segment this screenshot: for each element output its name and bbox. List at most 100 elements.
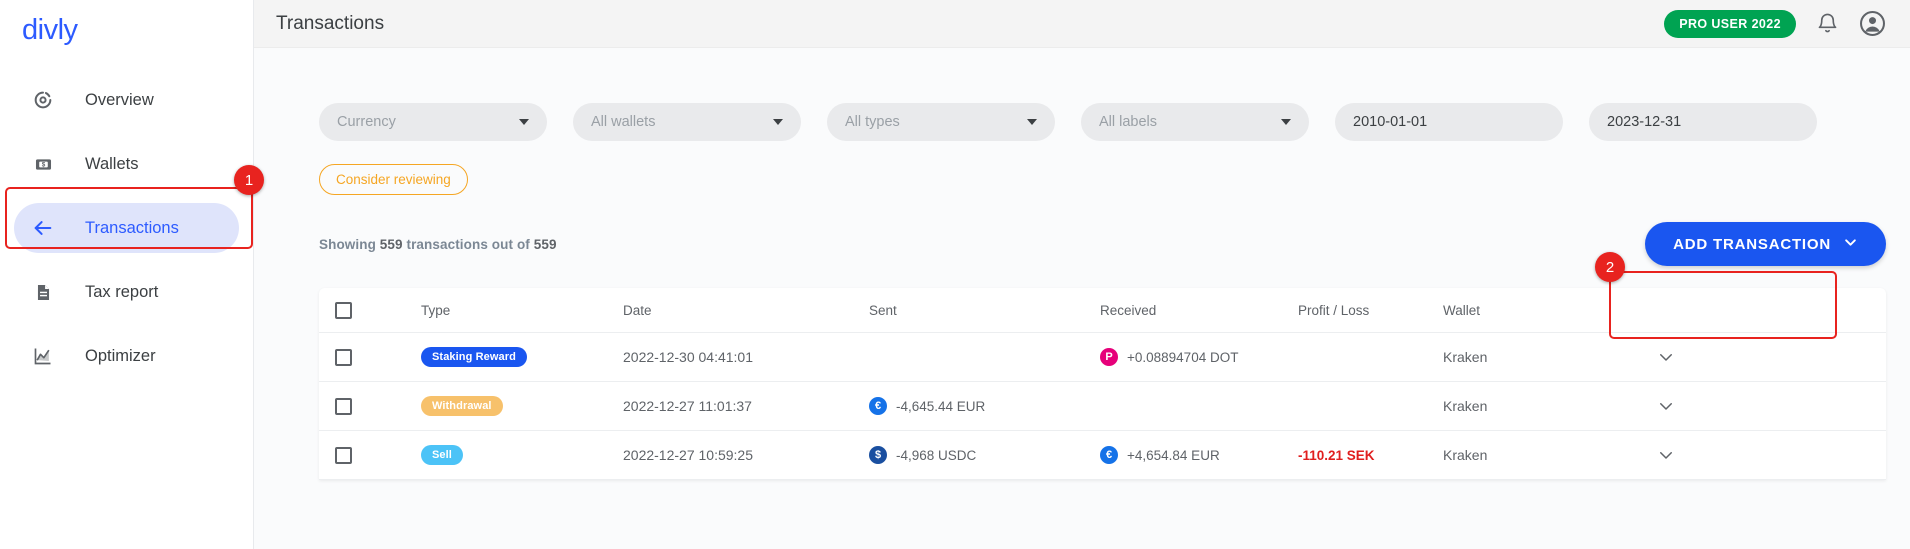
bell-icon[interactable] xyxy=(1816,12,1839,35)
chevron-down-icon xyxy=(1027,119,1037,125)
arrow-left-icon xyxy=(30,215,56,241)
row-checkbox[interactable] xyxy=(335,348,352,366)
type-badge: Withdrawal xyxy=(421,396,503,416)
chevron-down-icon xyxy=(1843,235,1858,254)
cell-sent: € -4,645.44 EUR xyxy=(869,397,1100,415)
amount-text: -4,645.44 EUR xyxy=(896,398,986,414)
table-row[interactable]: Withdrawal 2022-12-27 11:01:37 € -4,645.… xyxy=(319,382,1886,431)
consider-reviewing-chip[interactable]: Consider reviewing xyxy=(319,164,468,195)
table-header-row: Type Date Sent Received Profit / Loss Wa… xyxy=(319,288,1886,333)
type-badge: Staking Reward xyxy=(421,347,527,367)
filter-label: All wallets xyxy=(591,114,656,130)
sidebar-item-label: Transactions xyxy=(85,218,179,237)
cell-received: P +0.08894704 DOT xyxy=(1100,348,1298,366)
amount-text: +4,654.84 EUR xyxy=(1127,447,1220,463)
table-row[interactable]: Sell 2022-12-27 10:59:25 $ -4,968 USDC €… xyxy=(319,431,1886,480)
cell-type: Withdrawal xyxy=(421,396,623,416)
column-header-type: Type xyxy=(421,302,451,318)
cell-type: Staking Reward xyxy=(421,347,623,367)
app-root: divly Overview $ Wallets Transactions Ta… xyxy=(0,0,1910,549)
sidebar-item-overview[interactable]: Overview xyxy=(14,75,239,125)
status-badge[interactable]: PRO USER 2022 xyxy=(1664,9,1796,38)
chevron-down-icon[interactable] xyxy=(1657,348,1675,366)
type-badge: Sell xyxy=(421,445,463,465)
showing-row: Showing 559 transactions out of 559 ADD … xyxy=(319,222,1886,266)
chevron-down-icon[interactable] xyxy=(1657,446,1675,464)
chip-row: Consider reviewing xyxy=(319,164,1886,195)
showing-prefix: Showing xyxy=(319,236,380,252)
cell-profit-loss: -110.21 SEK xyxy=(1298,447,1443,463)
filter-date-to[interactable]: 2023-12-31 xyxy=(1589,103,1817,141)
cell-expand xyxy=(1573,348,1886,366)
sidebar: divly Overview $ Wallets Transactions Ta… xyxy=(0,0,254,549)
column-header-wallet: Wallet xyxy=(1443,302,1481,318)
cell-received: € +4,654.84 EUR xyxy=(1100,446,1298,464)
add-transaction-label: ADD TRANSACTION xyxy=(1673,235,1831,253)
line-chart-icon xyxy=(30,343,56,369)
showing-count-text: Showing 559 transactions out of 559 xyxy=(319,237,557,252)
row-checkbox[interactable] xyxy=(335,446,352,464)
cell-expand xyxy=(1573,446,1886,464)
row-checkbox[interactable] xyxy=(335,397,352,415)
sidebar-item-tax-report[interactable]: Tax report xyxy=(14,267,239,317)
select-all-checkbox[interactable] xyxy=(335,301,352,319)
amount-sent: $ -4,968 USDC xyxy=(869,446,1100,464)
amount-text: +0.08894704 DOT xyxy=(1127,349,1239,365)
euro-coin-icon: € xyxy=(869,397,887,415)
sidebar-nav: Overview $ Wallets Transactions Tax repo… xyxy=(0,75,253,381)
wallet-icon: $ xyxy=(30,151,56,177)
sidebar-item-label: Overview xyxy=(85,90,154,109)
filter-bar: Currency All wallets All types All label… xyxy=(319,48,1886,141)
user-avatar-icon[interactable] xyxy=(1859,10,1886,37)
profit-loss-value: -110.21 SEK xyxy=(1298,448,1375,463)
filter-currency[interactable]: Currency xyxy=(319,103,547,141)
usdc-coin-icon: $ xyxy=(869,446,887,464)
add-transaction-button[interactable]: ADD TRANSACTION xyxy=(1645,222,1886,266)
euro-coin-icon: € xyxy=(1100,446,1118,464)
chevron-down-icon[interactable] xyxy=(1657,397,1675,415)
top-bar-actions: PRO USER 2022 xyxy=(1664,9,1886,38)
table-row[interactable]: Staking Reward 2022-12-30 04:41:01 P +0.… xyxy=(319,333,1886,382)
content-area: Currency All wallets All types All label… xyxy=(254,48,1910,549)
cell-sent: $ -4,968 USDC xyxy=(869,446,1100,464)
showing-count: 559 xyxy=(379,236,403,252)
column-header-date: Date xyxy=(623,302,652,318)
cell-date: 2022-12-27 10:59:25 xyxy=(623,447,753,463)
amount-received: € +4,654.84 EUR xyxy=(1100,446,1298,464)
filter-labels[interactable]: All labels xyxy=(1081,103,1309,141)
showing-middle: transactions out of xyxy=(402,236,534,252)
sidebar-item-wallets[interactable]: $ Wallets xyxy=(14,139,239,189)
cell-wallet: Kraken xyxy=(1443,349,1488,365)
filter-wallets[interactable]: All wallets xyxy=(573,103,801,141)
filter-label: All labels xyxy=(1099,114,1158,130)
row-select-cell xyxy=(335,348,421,366)
brand-logo[interactable]: divly xyxy=(0,0,253,47)
showing-total: 559 xyxy=(533,236,557,252)
column-header-profit-loss: Profit / Loss xyxy=(1298,302,1370,318)
column-header-received: Received xyxy=(1100,302,1157,318)
top-bar: Transactions PRO USER 2022 xyxy=(254,0,1910,48)
sidebar-item-transactions[interactable]: Transactions xyxy=(14,203,239,253)
annotation-badge-2: 2 xyxy=(1595,252,1625,282)
svg-text:$: $ xyxy=(41,161,45,168)
select-all-cell xyxy=(335,301,421,319)
cell-date: 2022-12-27 11:01:37 xyxy=(623,398,752,414)
amount-received: P +0.08894704 DOT xyxy=(1100,348,1298,366)
transactions-table: Type Date Sent Received Profit / Loss Wa… xyxy=(319,288,1886,480)
filter-types[interactable]: All types xyxy=(827,103,1055,141)
filter-date-from[interactable]: 2010-01-01 xyxy=(1335,103,1563,141)
amount-text: -4,968 USDC xyxy=(896,447,977,463)
cell-date: 2022-12-30 04:41:01 xyxy=(623,349,753,365)
sidebar-item-optimizer[interactable]: Optimizer xyxy=(14,331,239,381)
pie-chart-icon xyxy=(30,87,56,113)
cell-expand xyxy=(1573,397,1886,415)
amount-sent: € -4,645.44 EUR xyxy=(869,397,1100,415)
row-select-cell xyxy=(335,397,421,415)
chevron-down-icon xyxy=(773,119,783,125)
add-transaction-wrap: ADD TRANSACTION xyxy=(1645,222,1886,266)
filter-label: All types xyxy=(845,114,900,130)
chevron-down-icon xyxy=(1281,119,1291,125)
document-icon xyxy=(30,279,56,305)
row-select-cell xyxy=(335,446,421,464)
cell-wallet: Kraken xyxy=(1443,398,1488,414)
